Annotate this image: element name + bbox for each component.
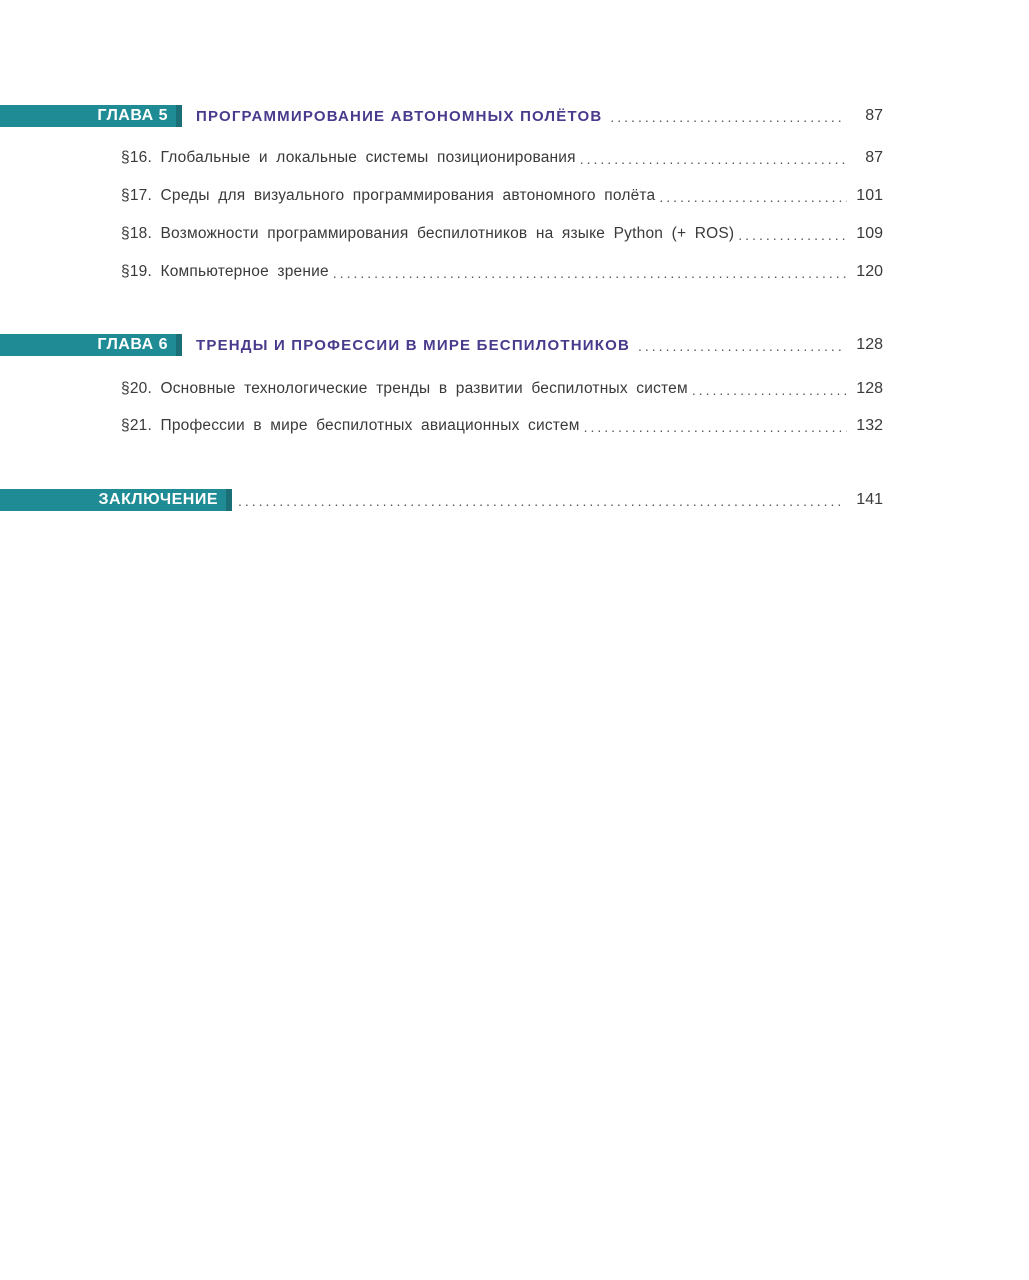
toc-section-21[interactable]: §21. Профессии в мире беспилотных авиаци…: [121, 414, 883, 438]
chapter-title: ПРОГРАММИРОВАНИЕ АВТОНОМНЫХ ПОЛЁТОВ: [196, 107, 603, 125]
section-title: §16. Глобальные и локальные системы пози…: [121, 149, 576, 166]
page-number: 128: [856, 336, 883, 353]
toc-section-16[interactable]: §16. Глобальные и локальные системы пози…: [121, 146, 883, 170]
page-number: 87: [865, 149, 883, 166]
dot-leader: [659, 189, 847, 205]
toc-section-17[interactable]: §17. Среды для визуального программирова…: [121, 184, 883, 208]
chapter-tab: ЗАКЛЮЧЕНИЕ: [0, 489, 232, 511]
dot-leader: [610, 109, 845, 125]
page-number: 109: [856, 225, 883, 242]
toc-chapter-5[interactable]: ГЛАВА 5 ПРОГРАММИРОВАНИЕ АВТОНОМНЫХ ПОЛЁ…: [0, 103, 883, 129]
chapter-tab: ГЛАВА 6: [0, 334, 182, 356]
conclusion-label: ЗАКЛЮЧЕНИЕ: [98, 491, 218, 508]
dot-leader: [692, 382, 847, 398]
toc-section-19[interactable]: §19. Компьютерное зрение 120: [121, 260, 883, 284]
dot-leader: [638, 338, 845, 354]
section-title: §18. Возможности программирования беспил…: [121, 225, 735, 242]
toc-conclusion[interactable]: ЗАКЛЮЧЕНИЕ 141: [0, 487, 883, 513]
section-title: §17. Среды для визуального программирова…: [121, 187, 656, 204]
dot-leader: [238, 493, 845, 509]
dot-leader: [738, 227, 847, 243]
toc-chapter-6[interactable]: ГЛАВА 6 ТРЕНДЫ И ПРОФЕССИИ В МИРЕ БЕСПИЛ…: [0, 332, 883, 358]
chapter-label: ГЛАВА 5: [97, 107, 168, 124]
section-title: §21. Профессии в мире беспилотных авиаци…: [121, 417, 580, 434]
section-title: §20. Основные технологические тренды в р…: [121, 380, 688, 397]
section-title: §19. Компьютерное зрение: [121, 263, 329, 280]
page-number: 101: [856, 187, 883, 204]
chapter-title: ТРЕНДЫ И ПРОФЕССИИ В МИРЕ БЕСПИЛОТНИКОВ: [196, 336, 631, 354]
dot-leader: [580, 151, 847, 167]
chapter-label: ГЛАВА 6: [97, 336, 168, 353]
dot-leader: [584, 419, 847, 435]
dot-leader: [333, 265, 847, 281]
page-number: 120: [856, 263, 883, 280]
toc-section-20[interactable]: §20. Основные технологические тренды в р…: [121, 377, 883, 401]
toc-section-18[interactable]: §18. Возможности программирования беспил…: [121, 222, 883, 246]
chapter-tab: ГЛАВА 5: [0, 105, 182, 127]
page-number: 87: [865, 107, 883, 124]
page-number: 141: [856, 491, 883, 508]
page-number: 132: [856, 417, 883, 434]
page-number: 128: [856, 380, 883, 397]
